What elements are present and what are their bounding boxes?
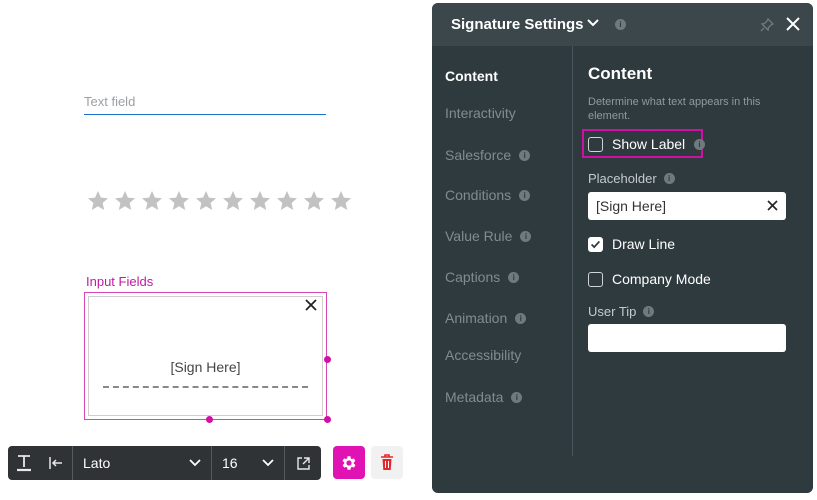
star-icon[interactable] [140, 188, 164, 214]
info-icon[interactable]: i [508, 271, 520, 283]
text-style-button[interactable] [8, 446, 40, 480]
user-tip-label-text: User Tip [588, 304, 637, 319]
settings-side-nav: Content Interactivity Salesforce i Condition… [432, 46, 573, 456]
design-canvas: Text field Input Fields [Sign Here] Lato… [0, 0, 430, 500]
info-icon[interactable]: i [519, 189, 531, 201]
external-link-icon [296, 456, 310, 470]
resize-handle-bottom[interactable] [206, 416, 213, 423]
content-description: Determine what text appears in this elem… [588, 96, 761, 122]
signature-pad[interactable]: [Sign Here] [88, 296, 323, 416]
align-left-button[interactable] [40, 446, 72, 480]
nav-item-label: Accessibility [445, 347, 522, 363]
text-format-icon [17, 455, 31, 472]
nav-item-label: Conditions [445, 187, 512, 203]
placeholder-label-text: Placeholder [588, 171, 657, 186]
info-icon[interactable]: i [519, 149, 531, 161]
nav-item-label: Salesforce [445, 147, 512, 163]
star-icon[interactable] [86, 188, 110, 214]
resize-handle-corner[interactable] [324, 416, 331, 423]
chevron-down-icon [189, 459, 201, 467]
nav-item-animation[interactable]: Animation i [445, 310, 527, 326]
nav-item-accessibility[interactable]: Accessibility [445, 347, 521, 363]
text-field-placeholder: Text field [84, 94, 136, 109]
star-rating[interactable] [86, 188, 353, 214]
placeholder-label: Placeholder i [588, 171, 675, 186]
clear-icon[interactable] [767, 200, 778, 211]
text-field-element[interactable]: Text field [84, 92, 326, 115]
close-icon[interactable] [303, 297, 319, 313]
info-icon[interactable]: i [663, 173, 675, 184]
star-icon[interactable] [275, 188, 299, 214]
nav-item-content[interactable]: Content [445, 68, 498, 84]
content-title: Content [588, 64, 653, 83]
user-tip-label: User Tip i [588, 304, 655, 319]
nav-item-label: Content [445, 68, 498, 84]
signature-placeholder: [Sign Here] [170, 359, 241, 375]
resize-handle-right[interactable] [324, 356, 331, 363]
checkmark-icon [590, 240, 601, 248]
trash-icon [381, 454, 393, 470]
pin-icon[interactable] [759, 17, 775, 33]
panel-header: Signature Settings i [432, 3, 813, 46]
company-mode-label: Company Mode [612, 271, 711, 287]
company-mode-checkbox-row[interactable]: Company Mode [588, 271, 711, 287]
gear-icon [342, 455, 356, 470]
nav-item-conditions[interactable]: Conditions i [445, 187, 531, 203]
draw-line-label: Draw Line [612, 236, 676, 252]
star-icon[interactable] [194, 188, 218, 214]
placeholder-input-value: [Sign Here] [596, 198, 667, 214]
star-icon[interactable] [329, 188, 353, 214]
nav-item-label: Interactivity [445, 105, 516, 121]
nav-item-label: Value Rule [445, 228, 513, 244]
nav-item-interactivity[interactable]: Interactivity [445, 105, 516, 121]
show-label-checkbox[interactable] [588, 136, 603, 152]
info-icon[interactable]: i [520, 230, 532, 242]
open-external-button[interactable] [285, 446, 321, 480]
signature-line [103, 386, 308, 388]
signature-element-selected[interactable]: [Sign Here] [84, 292, 327, 420]
info-icon[interactable]: i [615, 19, 626, 30]
draw-line-checkbox-row[interactable]: Draw Line [588, 236, 675, 252]
placeholder-input[interactable]: [Sign Here] [588, 192, 786, 220]
star-icon[interactable] [248, 188, 272, 214]
draw-line-checkbox[interactable] [588, 236, 603, 252]
info-icon[interactable]: i [694, 139, 705, 150]
nav-item-value-rule[interactable]: Value Rule i [445, 228, 532, 244]
nav-item-metadata[interactable]: Metadata i [445, 389, 523, 405]
panel-title[interactable]: Signature Settings [451, 16, 584, 33]
star-icon[interactable] [221, 188, 245, 214]
settings-button[interactable] [333, 446, 365, 479]
nav-item-salesforce[interactable]: Salesforce i [445, 147, 531, 163]
company-mode-checkbox[interactable] [588, 271, 603, 287]
nav-item-captions[interactable]: Captions i [445, 269, 520, 285]
format-toolbar: Lato 16 [8, 446, 321, 480]
font-size-select[interactable]: 16 [212, 446, 284, 480]
info-icon[interactable]: i [511, 391, 523, 403]
nav-item-label: Captions [445, 269, 501, 285]
delete-button[interactable] [371, 446, 403, 479]
input-fields-label: Input Fields [86, 274, 154, 289]
star-icon[interactable] [167, 188, 191, 214]
close-icon[interactable] [785, 16, 801, 32]
show-label-checkbox-row[interactable]: Show Label [588, 136, 685, 152]
font-size-value: 16 [222, 455, 238, 471]
font-family-value: Lato [83, 455, 111, 471]
nav-item-label: Animation [445, 310, 508, 326]
signature-settings-panel: Signature Settings i Content Interactivit… [432, 3, 813, 493]
font-family-select[interactable]: Lato [73, 446, 211, 480]
user-tip-input[interactable] [588, 324, 786, 352]
info-icon[interactable]: i [643, 306, 655, 317]
star-icon[interactable] [302, 188, 326, 214]
show-label-label: Show Label [612, 136, 686, 152]
nav-item-label: Metadata [445, 389, 504, 405]
chevron-down-icon[interactable] [586, 16, 600, 30]
chevron-down-icon [262, 459, 274, 467]
align-left-icon [49, 457, 62, 469]
info-icon[interactable]: i [515, 312, 527, 324]
star-icon[interactable] [113, 188, 137, 214]
